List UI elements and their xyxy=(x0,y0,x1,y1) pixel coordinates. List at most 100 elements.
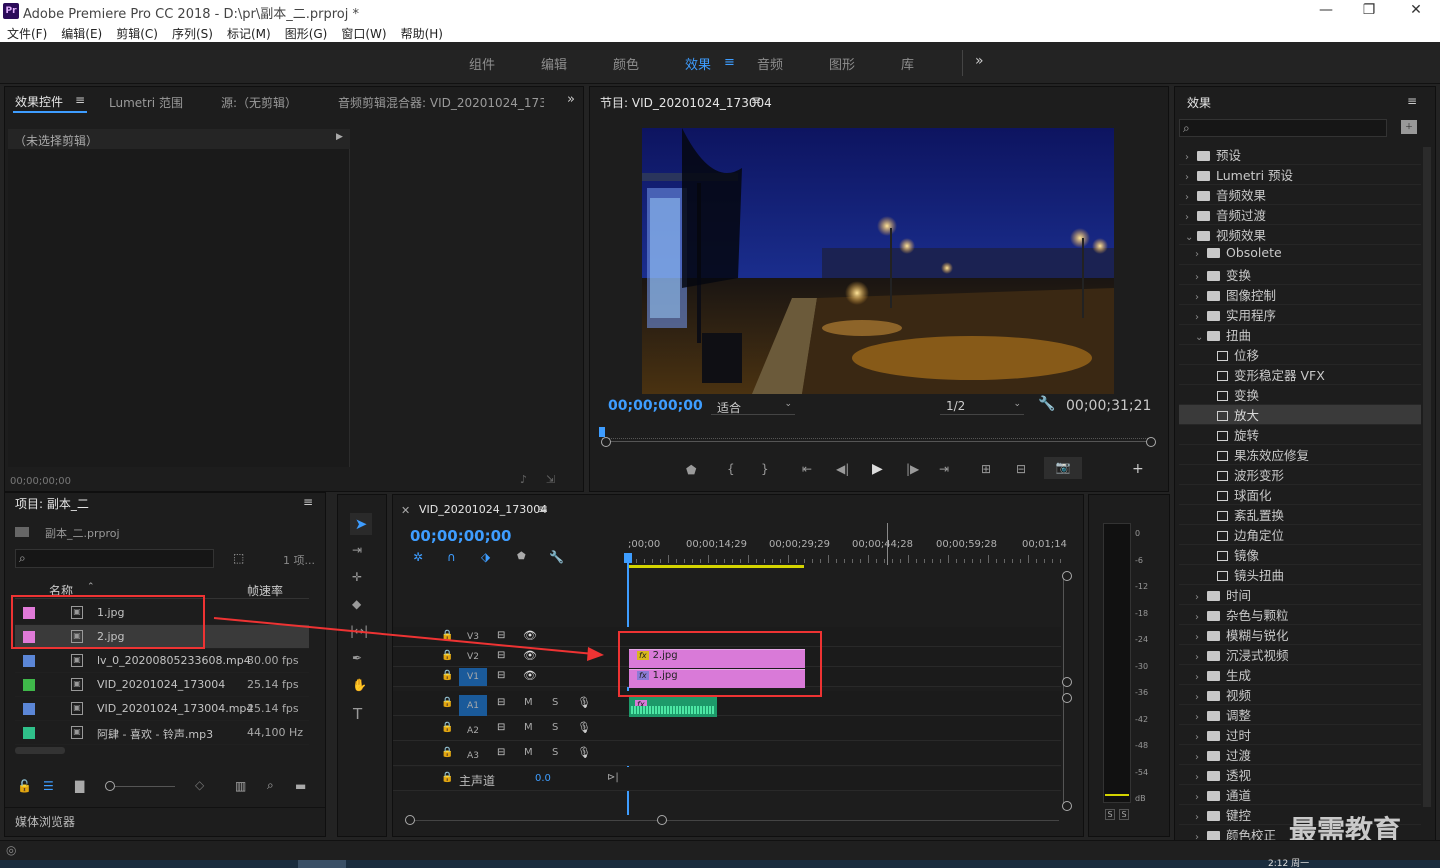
lock-icon[interactable]: 🔓 xyxy=(17,779,32,793)
lock-icon[interactable]: 🔒 xyxy=(441,772,453,783)
project-item[interactable]: ▣ VID_20201024_173004.mp4 25.14 fps xyxy=(15,697,309,721)
vscroll-handle[interactable] xyxy=(1062,571,1072,581)
eye-icon[interactable]: 👁 xyxy=(523,669,537,682)
track-target-v1[interactable]: V1 xyxy=(459,668,487,686)
more-tabs-icon[interactable]: » xyxy=(567,92,575,107)
chevron-down-icon[interactable]: ⌄ xyxy=(1195,332,1207,343)
linked-selection-icon[interactable]: ⬗ xyxy=(481,550,490,564)
chevron-right-icon[interactable]: › xyxy=(1195,812,1207,823)
sync-lock-icon[interactable]: ⊟ xyxy=(497,670,505,681)
chevron-down-icon[interactable]: ⌄ xyxy=(1185,232,1197,243)
effects-folder[interactable]: › 生成 xyxy=(1179,665,1421,685)
sequence-tab[interactable]: VID_20201024_173004 xyxy=(419,503,547,516)
chevron-right-icon[interactable]: › xyxy=(1195,672,1207,683)
solo-left-button[interactable]: S xyxy=(1105,809,1115,820)
chevron-right-icon[interactable]: › xyxy=(1195,592,1207,603)
chevron-right-icon[interactable]: › xyxy=(1195,312,1207,323)
menu-marker[interactable]: 标记(M) xyxy=(220,22,278,42)
mark-in-icon[interactable]: { xyxy=(727,462,735,476)
step-back-icon[interactable]: ◀| xyxy=(836,462,849,476)
tab-effect-controls[interactable]: 效果控件 xyxy=(15,93,63,110)
mute-button[interactable]: M xyxy=(524,722,533,733)
lock-icon[interactable]: 🔒 xyxy=(441,670,453,681)
chevron-right-icon[interactable]: › xyxy=(1185,212,1197,223)
track-select-tool-icon[interactable]: ⇥ xyxy=(352,543,362,557)
chevron-right-icon[interactable]: › xyxy=(1195,712,1207,723)
work-area-bar[interactable] xyxy=(628,565,804,568)
panel-menu-icon[interactable]: ≡ xyxy=(75,93,85,107)
sync-lock-icon[interactable]: ⊟ xyxy=(497,747,505,758)
list-view-icon[interactable]: ☰ xyxy=(43,779,54,793)
wrench-icon[interactable]: 🔧 xyxy=(549,550,564,564)
play-icon[interactable]: ▶ xyxy=(872,461,883,477)
selection-tool-icon[interactable]: ➤ xyxy=(350,513,372,535)
media-browser-tab[interactable]: 媒体浏览器 xyxy=(15,813,75,830)
chevron-right-icon[interactable]: › xyxy=(1185,192,1197,203)
solo-button[interactable]: S xyxy=(552,697,558,708)
zoom-handle-right[interactable] xyxy=(1146,437,1156,447)
workspace-tab-assembly[interactable]: 组件 xyxy=(469,54,495,73)
hscroll-handle[interactable] xyxy=(657,815,667,825)
timeline-ruler[interactable]: ;00;00 00;00;14;29 00;00;29;29 00;00;44;28 0… xyxy=(628,537,1068,567)
workspace-tab-effects[interactable]: 效果 xyxy=(685,54,711,73)
chevron-right-icon[interactable]: › xyxy=(1195,732,1207,743)
mute-button[interactable]: M xyxy=(524,697,533,708)
wrench-icon[interactable]: 🔧 xyxy=(1038,396,1055,412)
mark-out-icon[interactable]: } xyxy=(761,462,769,476)
effects-folder[interactable]: ⌄ 扭曲 xyxy=(1179,325,1421,345)
effects-item[interactable]: 变形稳定器 VFX xyxy=(1179,365,1421,385)
effects-folder[interactable]: › 音频过渡 xyxy=(1179,205,1421,225)
sync-lock-icon[interactable]: ⊟ xyxy=(497,722,505,733)
extract-icon[interactable]: ⊟ xyxy=(1016,462,1026,476)
effects-folder[interactable]: › 过渡 xyxy=(1179,745,1421,765)
chevron-right-icon[interactable]: › xyxy=(1195,772,1207,783)
menu-clip[interactable]: 剪辑(C) xyxy=(109,22,165,42)
track-target-a3[interactable]: A3 xyxy=(459,745,487,768)
add-marker-icon[interactable]: ⬟ xyxy=(686,463,696,477)
microphone-icon[interactable]: 🎙 xyxy=(577,746,591,759)
timeline-timecode[interactable]: 00;00;00;00 xyxy=(410,527,512,545)
playhead-handle[interactable] xyxy=(624,553,632,563)
effects-folder[interactable]: › 杂色与颗粒 xyxy=(1179,605,1421,625)
tab-lumetri-scopes[interactable]: Lumetri 范围 xyxy=(109,94,183,111)
button-editor-icon[interactable]: + xyxy=(1132,461,1144,477)
audio-clip[interactable]: fx xyxy=(629,695,717,717)
program-ruler[interactable] xyxy=(602,429,1150,439)
panel-menu-icon[interactable]: ≡ xyxy=(303,495,313,509)
chevron-right-icon[interactable]: › xyxy=(1195,652,1207,663)
workspace-tab-libraries[interactable]: 库 xyxy=(901,54,914,73)
razor-tool-icon[interactable]: ◆ xyxy=(352,597,361,611)
effects-folder[interactable]: › 透视 xyxy=(1179,765,1421,785)
icon-view-icon[interactable]: ▇ xyxy=(75,779,84,793)
resolution-dropdown[interactable]: 1/2 ⌄ xyxy=(940,397,1024,415)
zoom-bar[interactable] xyxy=(602,441,1150,442)
hscroll-handle[interactable] xyxy=(405,815,415,825)
minimize-button[interactable]: — xyxy=(1306,2,1346,20)
menu-graphics[interactable]: 图形(G) xyxy=(278,22,335,42)
timeline-hscroll[interactable] xyxy=(409,820,1059,821)
vscroll-handle[interactable] xyxy=(1062,693,1072,703)
restore-button[interactable]: ❐ xyxy=(1349,2,1389,20)
project-item[interactable]: ▣ VID_20201024_173004 25.14 fps xyxy=(15,673,309,697)
effects-folder[interactable]: › 实用程序 xyxy=(1179,305,1421,325)
automate-icon[interactable]: ▥ xyxy=(235,779,246,793)
close-button[interactable]: ✕ xyxy=(1396,2,1436,20)
mute-button[interactable]: M xyxy=(524,747,533,758)
master-volume[interactable]: 0.0 xyxy=(535,773,551,784)
project-search-input[interactable]: ⌕ xyxy=(15,549,214,568)
play-triangle-icon[interactable]: ▶ xyxy=(336,132,343,142)
effects-folder[interactable]: › 变换 xyxy=(1179,265,1421,285)
menu-window[interactable]: 窗口(W) xyxy=(334,22,393,42)
workspace-tab-graphics[interactable]: 图形 xyxy=(829,54,855,73)
go-to-end-icon[interactable]: ⊳| xyxy=(607,772,619,783)
microphone-icon[interactable]: 🎙 xyxy=(577,721,591,734)
export-icon[interactable]: ⇲ xyxy=(546,473,555,486)
snap-icon[interactable]: ∩ xyxy=(447,550,456,564)
effects-item[interactable]: 放大 xyxy=(1179,405,1421,425)
more-workspaces-icon[interactable]: » xyxy=(975,53,984,69)
sort-icon[interactable]: ◇ xyxy=(195,778,204,792)
timeline-vscroll[interactable] xyxy=(1063,573,1064,805)
vscroll-handle[interactable] xyxy=(1062,677,1072,687)
zoom-slider-handle[interactable] xyxy=(105,781,115,791)
add-marker-icon[interactable]: ⬟ xyxy=(517,551,526,562)
